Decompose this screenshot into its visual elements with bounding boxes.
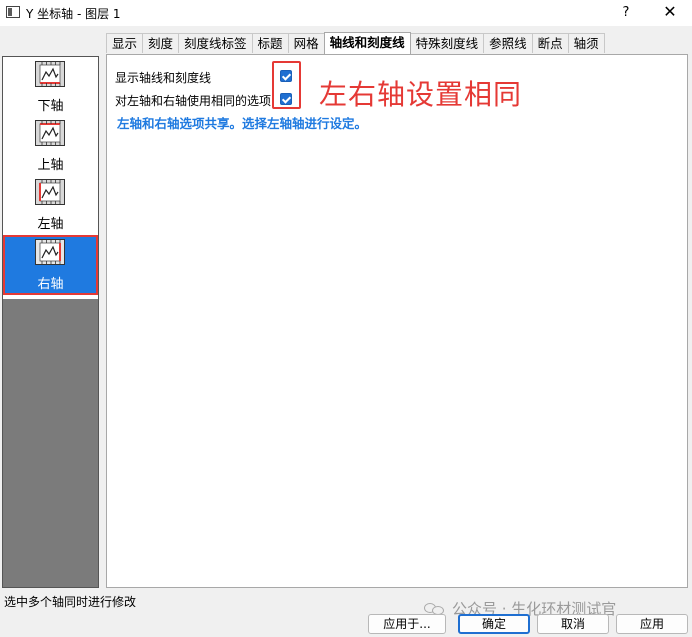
- wechat-icon: [424, 601, 446, 615]
- shared-options-info: 左轴和右轴选项共享。选择左轴轴进行设定。: [117, 116, 368, 131]
- annotation-text: 左右轴设置相同: [319, 78, 523, 111]
- axis-item-bottom[interactable]: 下轴: [3, 57, 98, 116]
- apply-to-button[interactable]: 应用于...: [368, 614, 446, 634]
- tab-7[interactable]: 参照线: [483, 33, 533, 53]
- axis-item-right[interactable]: 右轴: [3, 235, 98, 295]
- axis-item-top[interactable]: 上轴: [3, 116, 98, 175]
- help-button[interactable]: ?: [612, 3, 640, 23]
- tab-3[interactable]: 标题: [251, 33, 289, 53]
- tab-6[interactable]: 特殊刻度线: [409, 33, 485, 53]
- tab-8[interactable]: 断点: [531, 33, 569, 53]
- ok-button[interactable]: 确定: [458, 614, 530, 634]
- axis-list: 下轴 上轴 左轴 右轴: [3, 57, 98, 299]
- axis-item-label: 左轴: [37, 217, 64, 232]
- axis-item-left[interactable]: 左轴: [3, 175, 98, 234]
- tab-1[interactable]: 刻度: [142, 33, 180, 53]
- axis-right-icon: [35, 239, 65, 265]
- tab-5[interactable]: 轴线和刻度线: [323, 32, 411, 54]
- axis-item-label: 右轴: [37, 277, 64, 292]
- axis-item-label: 上轴: [37, 158, 64, 173]
- axis-selector-panel: 下轴 上轴 左轴 右轴: [2, 56, 99, 588]
- highlight-box: [272, 61, 301, 109]
- axis-item-label: 下轴: [37, 99, 64, 114]
- title-bar: Y 坐标轴 - 图层 1 ? ✕: [0, 0, 692, 26]
- tab-strip: 显示 刻度 刻度线标签 标题 网格 轴线和刻度线 特殊刻度线 参照线 断点 轴须: [106, 32, 605, 54]
- close-button[interactable]: ✕: [656, 2, 684, 22]
- cancel-button[interactable]: 取消: [537, 614, 609, 634]
- axis-bottom-icon: [35, 61, 65, 87]
- show-axis-ticks-label: 显示轴线和刻度线: [115, 71, 212, 85]
- status-text: 选中多个轴同时进行修改: [4, 595, 137, 609]
- tab-9[interactable]: 轴须: [567, 33, 605, 53]
- apply-button[interactable]: 应用: [616, 614, 688, 634]
- axis-top-icon: [35, 120, 65, 146]
- tab-2[interactable]: 刻度线标签: [178, 33, 253, 53]
- same-options-label: 对左轴和右轴使用相同的选项: [115, 94, 272, 108]
- window-title: Y 坐标轴 - 图层 1: [26, 7, 121, 21]
- tab-4[interactable]: 网格: [287, 33, 325, 53]
- axis-left-icon: [35, 179, 65, 205]
- app-icon: [6, 6, 20, 18]
- axis-line-tick-panel: 显示轴线和刻度线 对左轴和右轴使用相同的选项 左右轴设置相同 左轴和右轴选项共享…: [106, 54, 688, 588]
- tab-0[interactable]: 显示: [106, 33, 144, 53]
